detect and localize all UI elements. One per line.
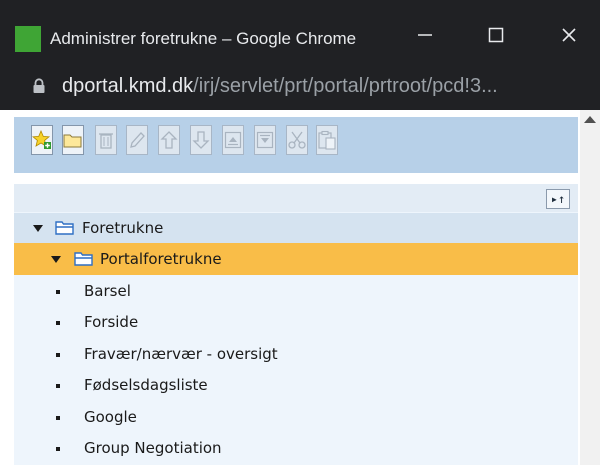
- move-up-icon: [160, 131, 178, 149]
- collapse-all-button[interactable]: ▸↑: [546, 189, 570, 209]
- scroll-up-arrow-icon[interactable]: [584, 116, 596, 123]
- delete-button[interactable]: [95, 125, 117, 155]
- move-top-button[interactable]: [222, 125, 244, 155]
- delete-icon: [99, 133, 113, 149]
- edit-icon: [130, 132, 145, 148]
- maximize-icon: [488, 27, 504, 43]
- move-top-icon: [224, 131, 242, 149]
- address-url[interactable]: dportal.kmd.dk/irj/servlet/prt/portal/pr…: [62, 73, 498, 99]
- tree-header: [14, 184, 578, 212]
- bullet-icon: [56, 447, 60, 451]
- maximize-button[interactable]: [473, 14, 519, 56]
- tree-item-label[interactable]: Fødselsdagsliste: [84, 376, 208, 394]
- expand-caret-icon[interactable]: [51, 256, 61, 263]
- bullet-icon: [56, 384, 60, 388]
- edit-button[interactable]: [126, 125, 148, 155]
- move-bottom-icon: [256, 131, 274, 149]
- tree-node-label: Foretrukne: [82, 219, 164, 237]
- tree-item-label[interactable]: Fravær/nærvær - oversigt: [84, 345, 278, 363]
- expand-caret-icon[interactable]: [33, 225, 43, 232]
- cut-button[interactable]: [286, 125, 308, 155]
- tree-item-label[interactable]: Barsel: [84, 282, 131, 300]
- move-bottom-button[interactable]: [254, 125, 276, 155]
- tree-item-label[interactable]: Group Negotiation: [84, 439, 222, 457]
- move-down-icon: [192, 131, 210, 149]
- move-down-button[interactable]: [190, 125, 212, 155]
- paste-icon: [318, 130, 336, 150]
- paste-button[interactable]: [316, 125, 338, 155]
- minimize-icon: [418, 34, 432, 36]
- tree-item-label[interactable]: Forside: [84, 313, 138, 331]
- bullet-icon: [56, 321, 60, 325]
- bullet-icon: [56, 290, 60, 294]
- new-favorite-icon: [32, 130, 51, 149]
- url-host: dportal.kmd.dk: [62, 75, 194, 97]
- bullet-icon: [56, 416, 60, 420]
- window-title: Administrer foretrukne – Google Chrome: [50, 29, 357, 48]
- tree-node-portalforetrukne[interactable]: [14, 243, 578, 275]
- vertical-scrollbar[interactable]: [580, 110, 600, 465]
- move-up-button[interactable]: [158, 125, 180, 155]
- new-folder-button[interactable]: [62, 125, 84, 155]
- new-favorite-button[interactable]: [31, 125, 53, 155]
- cut-icon: [288, 131, 306, 149]
- bullet-icon: [56, 353, 60, 357]
- close-button[interactable]: [546, 14, 592, 56]
- minimize-button[interactable]: [402, 14, 448, 56]
- tree-node-label: Portalforetrukne: [100, 250, 222, 268]
- tree-item-label[interactable]: Google: [84, 408, 137, 426]
- url-path: /irj/servlet/prt/portal/prtroot/pcd!3...: [193, 75, 498, 97]
- open-folder-icon: [55, 221, 74, 235]
- open-folder-icon: [74, 252, 93, 266]
- close-icon: [562, 28, 576, 42]
- lock-icon: [33, 78, 45, 93]
- app-logo-icon: [15, 26, 41, 52]
- folder-icon: [63, 134, 82, 148]
